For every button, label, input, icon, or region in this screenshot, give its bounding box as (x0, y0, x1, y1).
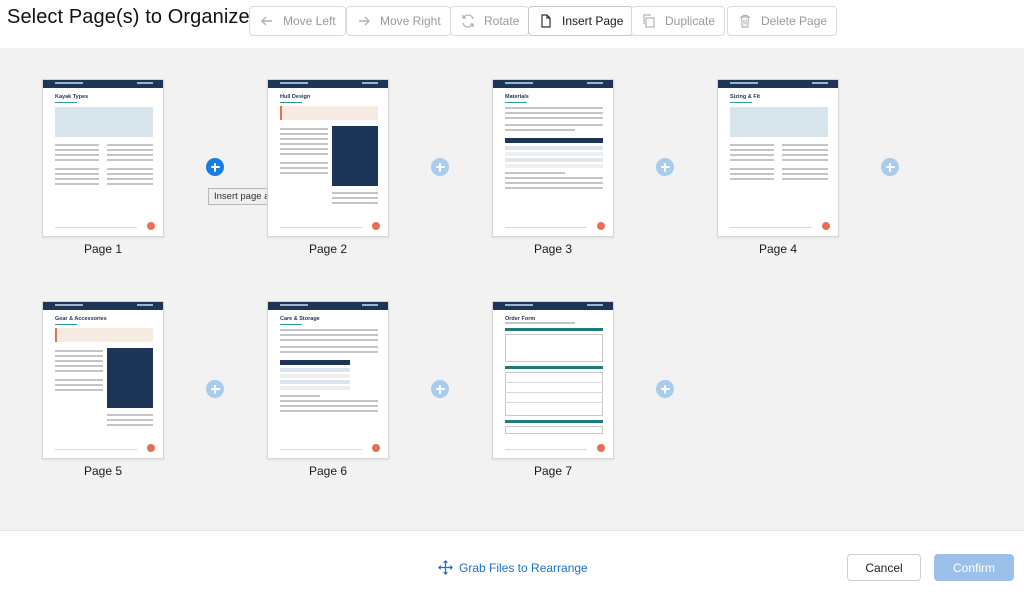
grab-files-label: Grab Files to Rearrange (459, 560, 588, 575)
duplicate-label: Duplicate (665, 14, 716, 28)
move-arrows-icon (438, 560, 453, 575)
move-left-button[interactable]: Move Left (249, 6, 346, 36)
page-thumbnail-5[interactable]: Gear & Accessories (42, 301, 164, 459)
page-thumbnail-6[interactable]: Care & Storage (267, 301, 389, 459)
confirm-button[interactable]: Confirm (934, 554, 1014, 581)
page-label-1: Page 1 (83, 242, 123, 256)
page-heading: Care & Storage (280, 316, 320, 322)
page-heading: Materials (505, 94, 529, 100)
insert-after-page-3-button[interactable] (656, 158, 674, 176)
document-insert-icon (541, 14, 551, 28)
insert-after-page-5-button[interactable] (206, 380, 224, 398)
page-label-2: Page 2 (308, 242, 348, 256)
page-heading: Kayak Types (55, 94, 89, 100)
duplicate-icon (643, 14, 655, 28)
page-label-5: Page 5 (83, 464, 123, 478)
page-thumbnail-4[interactable]: Sizing & Fit (717, 79, 839, 237)
footer-bar: Grab Files to Rearrange Cancel Confirm (0, 530, 1024, 599)
page-label-7: Page 7 (533, 464, 573, 478)
arrow-left-icon (261, 16, 272, 26)
page-label-3: Page 3 (533, 242, 573, 256)
page-title: Select Page(s) to Organize (7, 6, 250, 28)
page-heading: Sizing & Fit (730, 94, 760, 100)
move-right-label: Move Right (380, 14, 441, 28)
insert-page-button[interactable]: Insert Page (528, 6, 634, 36)
trash-icon (740, 14, 750, 28)
page-heading: Gear & Accessories (55, 316, 107, 322)
rotate-button[interactable]: Rotate (450, 6, 530, 36)
cancel-button[interactable]: Cancel (847, 554, 921, 581)
delete-page-label: Delete Page (761, 14, 828, 28)
delete-page-button[interactable]: Delete Page (727, 6, 838, 36)
page-grid: Kayak Types Page 1 Insert page after pag… (0, 48, 1024, 530)
page-label-4: Page 4 (758, 242, 798, 256)
grab-files-button[interactable]: Grab Files to Rearrange (438, 560, 588, 575)
page-thumbnail-3[interactable]: Materials (492, 79, 614, 237)
toolbar-header: Select Page(s) to Organize Move Left Mov… (0, 0, 1024, 48)
move-right-button[interactable]: Move Right (346, 6, 451, 36)
duplicate-button[interactable]: Duplicate (631, 6, 726, 36)
arrow-right-icon (359, 16, 370, 26)
page-heading: Hull Design (280, 94, 311, 100)
insert-after-page-2-button[interactable] (431, 158, 449, 176)
page-thumbnail-7[interactable]: Order Form (492, 301, 614, 459)
rotate-label: Rotate (484, 14, 520, 28)
insert-after-page-4-button[interactable] (881, 158, 899, 176)
move-left-label: Move Left (283, 14, 336, 28)
insert-page-label: Insert Page (562, 14, 624, 28)
page-thumbnail-2[interactable]: Hull Design (267, 79, 389, 237)
page-label-6: Page 6 (308, 464, 348, 478)
rotate-icon (462, 14, 474, 28)
insert-after-page-1-button[interactable] (206, 158, 224, 176)
insert-after-page-7-button[interactable] (656, 380, 674, 398)
insert-after-page-6-button[interactable] (431, 380, 449, 398)
page-thumbnail-1[interactable]: Kayak Types (42, 79, 164, 237)
